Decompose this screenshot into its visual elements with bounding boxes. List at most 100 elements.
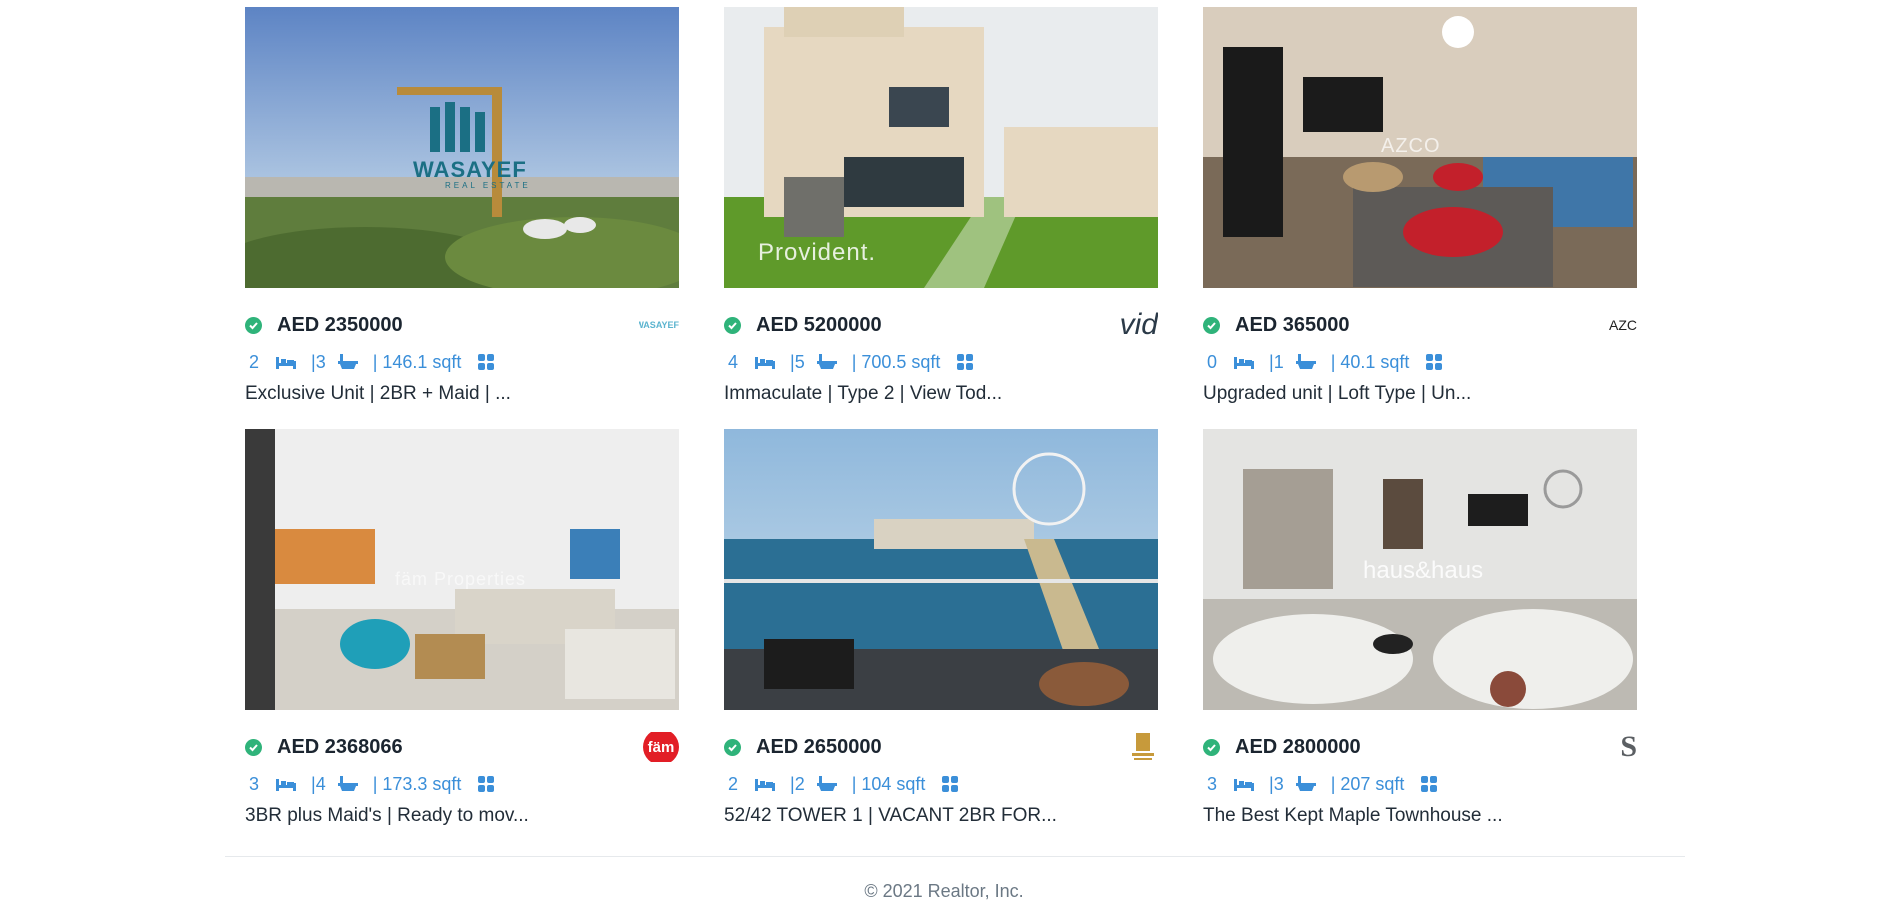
area-size: | 40.1 sqft <box>1330 351 1410 372</box>
beds-count: 3 <box>249 773 260 794</box>
baths-count: |3 <box>311 351 326 372</box>
price-row: AED 2800000 S <box>1203 730 1637 764</box>
listing-card[interactable]: Provident. AED 5200000 vid 4 |5 | 700.5 … <box>724 7 1158 406</box>
listing-title[interactable]: 3BR plus Maid's | Ready to mov... <box>245 805 679 827</box>
bath-icon <box>1295 776 1316 792</box>
verified-check-icon <box>1203 316 1220 334</box>
beds-count: 2 <box>249 351 260 372</box>
grid-icon <box>1421 776 1438 792</box>
bath-icon <box>337 354 358 370</box>
photo-watermark: fäm Properties <box>395 569 527 589</box>
area-size: | 104 sqft <box>851 773 926 794</box>
verified-check-icon <box>245 738 262 756</box>
bed-icon <box>1234 355 1255 369</box>
features-row: 2 |2 | 104 sqft <box>728 771 1158 797</box>
photo-watermark: AZCO <box>1381 135 1441 157</box>
verified-check-icon <box>245 316 262 334</box>
price-row: AED 5200000 vid <box>724 308 1158 342</box>
agency-logo-text: WASAYEF <box>639 320 679 330</box>
photo-watermark: haus&haus <box>1363 557 1484 584</box>
area-size: | 207 sqft <box>1330 773 1405 794</box>
agency-crest-icon <box>1132 733 1154 760</box>
beds-count: 4 <box>728 351 739 372</box>
agency-logo[interactable]: AZC <box>1597 310 1637 340</box>
baths-count: |1 <box>1269 351 1284 372</box>
listing-price: AED 365000 <box>1235 313 1350 336</box>
listing-title[interactable]: The Best Kept Maple Townhouse ... <box>1203 805 1637 827</box>
bath-icon <box>816 776 837 792</box>
listing-photo[interactable]: fäm Properties <box>245 429 679 710</box>
agency-logo[interactable]: vid <box>1118 310 1158 340</box>
baths-count: |4 <box>311 773 326 794</box>
features-row: 0 |1 | 40.1 sqft <box>1207 349 1637 375</box>
price-row: AED 2350000 WASAYEF <box>245 308 679 342</box>
listing-title[interactable]: Immaculate | Type 2 | View Tod... <box>724 383 1158 405</box>
agency-logo[interactable]: S <box>1597 732 1637 762</box>
listing-price: AED 2368066 <box>277 735 403 758</box>
grid-icon <box>478 776 495 792</box>
photo-watermark-sub: REAL ESTATE <box>445 181 531 190</box>
listing-price: AED 2650000 <box>756 735 882 758</box>
price-row: AED 365000 AZC <box>1203 308 1637 342</box>
bed-icon <box>755 777 776 791</box>
verified-check-icon <box>724 738 741 756</box>
bed-icon <box>276 355 297 369</box>
listing-price: AED 2800000 <box>1235 735 1361 758</box>
photo-watermark: Provident. <box>758 239 877 266</box>
listing-title[interactable]: 52/42 TOWER 1 | VACANT 2BR FOR... <box>724 805 1158 827</box>
listing-title[interactable]: Exclusive Unit | 2BR + Maid | ... <box>245 383 679 405</box>
beds-count: 0 <box>1207 351 1218 372</box>
photo-watermark: WASAYEF <box>413 157 527 182</box>
agency-logo[interactable]: WASAYEF <box>639 310 679 340</box>
grid-icon <box>957 354 974 370</box>
listing-photo[interactable]: WASAYEF REAL ESTATE <box>245 7 679 288</box>
features-row: 3 |4 | 173.3 sqft <box>249 771 679 797</box>
bath-icon <box>816 354 837 370</box>
listing-card[interactable]: AZCO AED 365000 AZC 0 |1 | 40.1 sqft Upg… <box>1203 7 1637 406</box>
price-row: AED 2368066 fäm <box>245 730 679 764</box>
area-size: | 700.5 sqft <box>851 351 941 372</box>
verified-check-icon <box>724 316 741 334</box>
area-size: | 146.1 sqft <box>372 351 462 372</box>
listing-card[interactable]: AED 2650000 2 |2 | 104 sqft 52/42 TOWER … <box>724 429 1158 828</box>
features-row: 3 |3 | 207 sqft <box>1207 771 1637 797</box>
listing-grid: WASAYEF REAL ESTATE AED 2350000 WASAYEF … <box>245 7 1647 828</box>
baths-count: |3 <box>1269 773 1284 794</box>
agency-logo-text: vid <box>1119 310 1158 340</box>
bed-icon <box>276 777 297 791</box>
verified-check-icon <box>1203 738 1220 756</box>
footer-copyright: © 2021 Realtor, Inc. <box>864 881 1024 901</box>
bath-icon <box>1295 354 1316 370</box>
price-row: AED 2650000 <box>724 730 1158 764</box>
grid-icon <box>942 776 959 792</box>
area-size: | 173.3 sqft <box>372 773 462 794</box>
listing-photo[interactable]: AZCO <box>1203 7 1637 288</box>
agency-logo-text: fäm <box>643 732 679 762</box>
bed-icon <box>755 355 776 369</box>
features-row: 4 |5 | 700.5 sqft <box>728 349 1158 375</box>
listing-price: AED 2350000 <box>277 313 403 336</box>
listing-photo[interactable]: Provident. <box>724 7 1158 288</box>
listing-card[interactable]: WASAYEF REAL ESTATE AED 2350000 WASAYEF … <box>245 7 679 406</box>
listing-photo[interactable] <box>724 429 1158 710</box>
agency-logo[interactable] <box>1118 732 1158 762</box>
beds-count: 2 <box>728 773 739 794</box>
baths-count: |2 <box>790 773 805 794</box>
agency-logo[interactable]: fäm <box>639 732 679 762</box>
bed-icon <box>1234 777 1255 791</box>
grid-icon <box>1426 354 1443 370</box>
features-row: 2 |3 | 146.1 sqft <box>249 349 679 375</box>
bath-icon <box>337 776 358 792</box>
listing-price: AED 5200000 <box>756 313 882 336</box>
listing-photo[interactable]: haus&haus <box>1203 429 1637 710</box>
listing-card[interactable]: fäm Properties AED 2368066 fäm 3 |4 | 17… <box>245 429 679 828</box>
agency-logo-text: AZC <box>1609 317 1637 333</box>
listing-title[interactable]: Upgraded unit | Loft Type | Un... <box>1203 383 1637 405</box>
grid-icon <box>478 354 495 370</box>
photo-cityscape <box>245 7 679 288</box>
agency-logo-text: S <box>1620 732 1637 762</box>
baths-count: |5 <box>790 351 805 372</box>
listing-card[interactable]: haus&haus AED 2800000 S 3 |3 | 207 sqft <box>1203 429 1637 828</box>
footer-divider <box>225 856 1685 857</box>
photo-marina-view <box>724 429 1158 710</box>
